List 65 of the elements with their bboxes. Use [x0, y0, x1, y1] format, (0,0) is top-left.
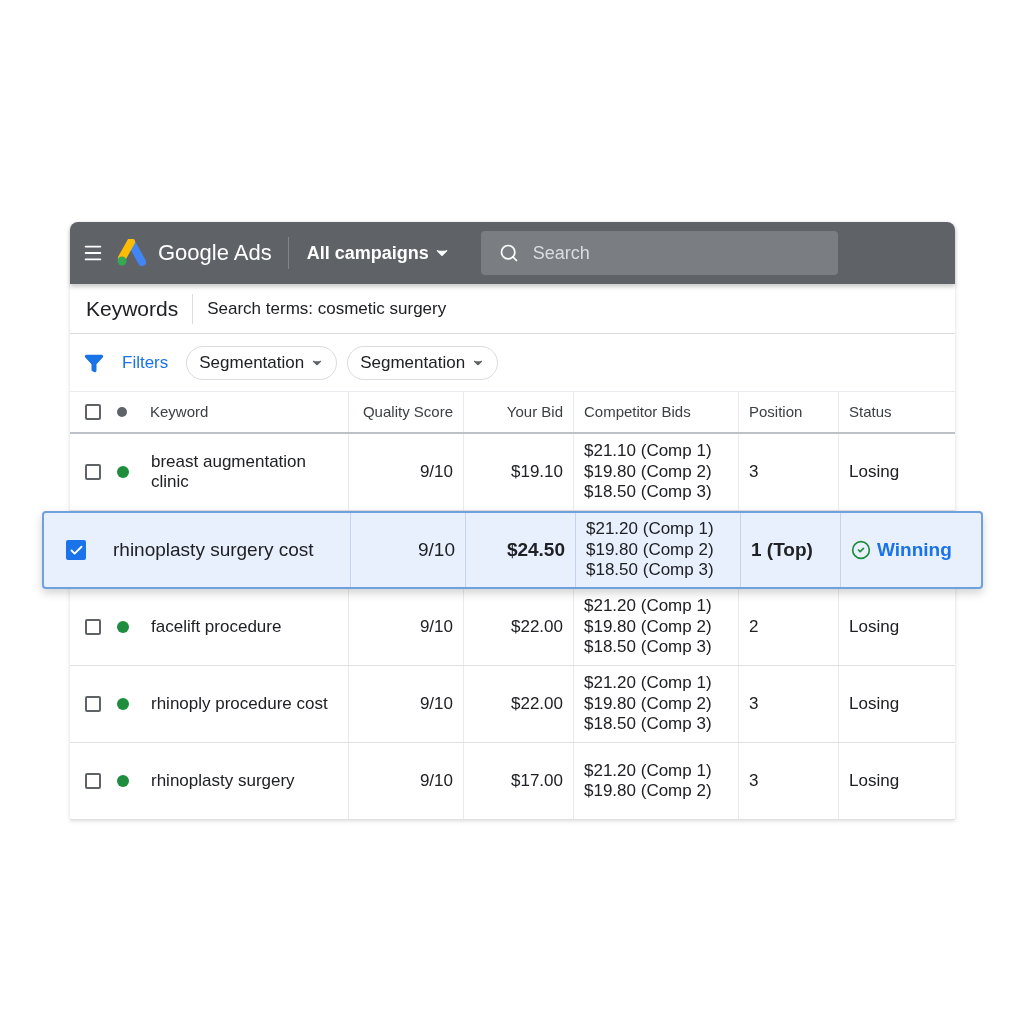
quality-score-cell-text: 9/10 [419, 461, 453, 484]
competitor-bid-text: $19.80 (Comp 2) [584, 461, 712, 483]
quality-score-cell-text: 9/10 [419, 616, 453, 639]
column-header[interactable]: Your Bid [506, 400, 563, 424]
quality-score-cell-text: 9/10 [418, 537, 455, 562]
competitor-bid-text: $18.50 (Comp 3) [584, 714, 712, 735]
bid-cell-text: $22.00 [511, 616, 563, 639]
competitor-bid-text: $19.80 (Comp 2) [584, 781, 712, 802]
bid-cell-text: $24.50 [506, 537, 565, 562]
logo-icon [116, 239, 146, 267]
table-row[interactable]: facelift procedure 9/10 $22.00 $21.20 (Comp 1) $19.80 (Comp 2) $18.50 (Comp 3) 2 Losing [70, 589, 955, 666]
keyword-cell: rhinoply procedure cost [151, 694, 328, 714]
quality-score-cell-text: 9/10 [419, 693, 453, 716]
keyword-cell: facelift procedure [151, 617, 282, 637]
competitor-bid-text: $21.20 (Comp 1) [584, 760, 712, 781]
selected-row[interactable]: rhinoplasty surgery cost 9/10 $24.50 $21.20 (Comp 1) $19.80 (Comp 2) $18.50 (Comp 3) 1 (Top) Winning [42, 511, 983, 589]
campaign-dropdown[interactable]: All campaigns [300, 239, 451, 267]
search-icon [498, 243, 519, 263]
search-field[interactable]: Search [480, 231, 838, 275]
column-header[interactable]: Quality Score [362, 400, 453, 424]
competitor-bid-text: $21.10 (Comp 1) [584, 441, 712, 462]
status-text: Losing [849, 461, 900, 484]
competitor-bid-text: $18.50 (Comp 3) [586, 560, 714, 581]
keyword-cell: rhinoplasty surgery [151, 771, 295, 791]
bid-cell-text: $22.00 [511, 693, 563, 716]
page-title: Keywords [86, 293, 194, 324]
competitor-bid-text: $21.20 (Comp 1) [584, 596, 712, 617]
checkbox[interactable] [85, 696, 101, 712]
table-row[interactable]: rhinoply procedure cost 9/10 $22.00 $21.20 (Comp 1) $19.80 (Comp 2) $18.50 (Comp 3) 3 Losing [70, 666, 955, 743]
status-text: Losing [849, 693, 900, 716]
position-cell-text: 3 [749, 770, 759, 793]
checkbox[interactable] [66, 540, 86, 560]
page-subtitle: Search terms: cosmetic surgery [206, 297, 447, 320]
keyword-cell: rhinoplasty surgery cost [113, 540, 314, 560]
position-cell-text: 2 [749, 616, 759, 639]
column-header[interactable]: Position [749, 400, 803, 424]
quality-score-cell-text: 9/10 [419, 770, 453, 793]
competitor-bid-text: $18.50 (Comp 3) [584, 482, 712, 503]
table-row[interactable]: breast augmentation clinic 9/10 $19.10 $21.10 (Comp 1) $19.80 (Comp 2) $18.50 (Comp 3) 3 Losing [70, 434, 955, 511]
product-name: Google Ads [158, 237, 289, 269]
status-text: Losing [849, 616, 900, 639]
status-text: Losing [849, 770, 900, 793]
checkbox[interactable] [85, 773, 101, 789]
checkbox[interactable] [85, 404, 101, 420]
position-cell-text: 3 [749, 693, 759, 716]
filter-icon[interactable] [84, 352, 104, 373]
bid-cell-text: $17.00 [511, 770, 563, 793]
competitor-bid-text: $21.20 (Comp 1) [584, 673, 712, 694]
position-cell-text: 1 (Top) [751, 537, 813, 562]
competitor-bid-text: $19.80 (Comp 2) [586, 539, 714, 561]
competitor-bid-text: $21.20 (Comp 1) [586, 519, 714, 540]
status-text: Winning [877, 537, 952, 562]
column-header[interactable]: Status [849, 400, 892, 424]
column-header[interactable]: Competitor Bids [584, 400, 691, 424]
competitor-bid-text: $19.80 (Comp 2) [584, 616, 712, 638]
checkbox[interactable] [85, 464, 101, 480]
bid-cell-text: $19.10 [511, 461, 563, 484]
column-header[interactable]: Keyword [150, 400, 209, 424]
table-row[interactable]: rhinoplasty surgery 9/10 $17.00 $21.20 (Comp 1) $19.80 (Comp 2) 3 Losing [70, 743, 955, 820]
checkbox[interactable] [85, 619, 101, 635]
competitor-bid-text: $18.50 (Comp 3) [584, 637, 712, 658]
keyword-cell-text: breast augmentation clinic [151, 452, 307, 492]
filters-link[interactable]: Filters [114, 349, 177, 376]
competitor-bid-text: $19.80 (Comp 2) [584, 693, 712, 715]
position-cell-text: 3 [749, 461, 759, 484]
